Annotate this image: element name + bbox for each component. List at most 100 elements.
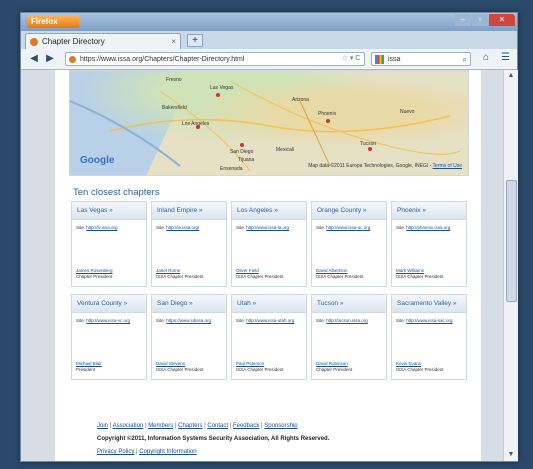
- president-role: ISSA Chapter President: [236, 274, 284, 279]
- chapter-card: Sacramento Valley » Site: http://www.issa…: [391, 294, 467, 380]
- chapter-contact: Mark Williams ISSA Chapter President: [396, 268, 444, 280]
- chapter-name: Phoenix: [397, 207, 421, 214]
- chapter-site-link[interactable]: http://www.issa-vc.org: [86, 318, 130, 323]
- chapter-card: Inland Empire » Site: http://ie.issa.org/…: [151, 201, 227, 287]
- maximize-button[interactable]: ▫: [472, 14, 488, 26]
- footer-link[interactable]: Feedback: [233, 423, 259, 429]
- footer-link[interactable]: Association: [113, 423, 144, 429]
- chapter-contact: James Rosenberg Chapter President: [76, 268, 113, 280]
- chapter-site-link[interactable]: http://www.issa-sac.org: [406, 318, 452, 323]
- new-tab-button[interactable]: +: [187, 34, 203, 47]
- chapter-contact: Kevin Evans ISSA Chapter President: [396, 361, 444, 373]
- chapter-card: Las Vegas » Site: http://lv.issa.org James…: [71, 201, 147, 287]
- chapter-name-link[interactable]: Inland Empire »: [152, 202, 226, 220]
- scroll-down-button[interactable]: ▼: [504, 449, 518, 461]
- tab-title: Chapter Directory: [42, 37, 105, 46]
- map-label: Las Vegas: [210, 85, 234, 91]
- google-search-engine-icon[interactable]: [375, 55, 384, 64]
- footer-link[interactable]: Chapters: [178, 423, 202, 429]
- page-scrollbar[interactable]: ▲ ▼: [503, 70, 518, 461]
- scroll-thumb[interactable]: [506, 180, 517, 302]
- chapter-name-link[interactable]: Los Angeles »: [232, 202, 306, 220]
- chapter-name: Los Angeles: [237, 207, 273, 214]
- chapter-name-link[interactable]: Utah »: [232, 295, 306, 313]
- home-icon[interactable]: ⌂: [483, 52, 489, 63]
- map-terms-link[interactable]: Terms of Use: [433, 163, 462, 169]
- footer-separator: |: [136, 449, 138, 455]
- chapter-name-link[interactable]: Ventura County »: [72, 295, 146, 313]
- map-label: San Diego: [230, 149, 254, 155]
- chapter-site-link[interactable]: http://phoenix.issa.org: [406, 225, 450, 230]
- site-label: Site:: [76, 318, 86, 323]
- map-label: Ensenada: [220, 166, 243, 172]
- search-icon[interactable]: ⌕: [463, 53, 467, 67]
- chapter-site-link[interactable]: https://www.sdissa.org: [166, 318, 211, 323]
- footer-link[interactable]: Contact: [207, 423, 228, 429]
- tab-chapter-directory[interactable]: Chapter Directory ×: [25, 33, 181, 49]
- firefox-menu-button[interactable]: Firefox: [27, 15, 79, 28]
- footer-link[interactable]: Members: [148, 423, 173, 429]
- chapter-site-link[interactable]: http://www.issa-la.org: [246, 225, 289, 230]
- bookmarks-icon[interactable]: ☰: [501, 52, 510, 63]
- chapter-card: Tucson » Site: http://tucson.issa.org Davi…: [311, 294, 387, 380]
- chapter-name-link[interactable]: Tucson »: [312, 295, 386, 313]
- chevron-icon: »: [452, 300, 457, 307]
- url-tools-icon[interactable]: ☆ ▾ C: [339, 52, 363, 66]
- president-role: Chapter President: [76, 274, 113, 279]
- chapter-contact: Oliver Field ISSA Chapter President: [236, 268, 284, 280]
- chevron-icon: »: [252, 300, 257, 307]
- chapter-site: Site: http://www.issa-vc.org: [72, 313, 146, 324]
- chapter-name-link[interactable]: Sacramento Valley »: [392, 295, 466, 313]
- chapter-name-link[interactable]: Orange County »: [312, 202, 386, 220]
- president-role: ISSA Chapter President: [156, 367, 204, 372]
- minimize-button[interactable]: –: [455, 14, 471, 26]
- footer-separator: |: [204, 423, 206, 429]
- chapter-contact: David Albertson ISSA Chapter President: [316, 268, 364, 280]
- title-bar: Firefox – ▫ ✕: [21, 13, 517, 31]
- chapter-name-link[interactable]: Phoenix »: [392, 202, 466, 220]
- president-role: ISSA Chapter President: [396, 274, 444, 279]
- chapter-contact: Paul Peterson ISSA Chapter President: [236, 361, 284, 373]
- chapter-site-link[interactable]: http://www.issa-utah.org: [246, 318, 294, 323]
- site-label: Site:: [236, 225, 246, 230]
- chevron-icon: »: [339, 300, 344, 307]
- close-button[interactable]: ✕: [489, 14, 515, 26]
- address-bar[interactable]: https://www.issa.org/Chapters/Chapter-Di…: [65, 52, 365, 66]
- site-identity-icon[interactable]: [69, 56, 76, 63]
- back-button[interactable]: ◀: [27, 52, 41, 66]
- site-label: Site:: [396, 225, 406, 230]
- president-role: ISSA Chapter President: [156, 274, 204, 279]
- chapter-card: Utah » Site: http://www.issa-utah.org Paul…: [231, 294, 307, 380]
- chapter-contact: David Robinson Chapter President: [316, 361, 352, 373]
- chapter-card: Phoenix » Site: http://phoenix.issa.org Ma…: [391, 201, 467, 287]
- chapter-site: Site: http://www.issa-oc.org: [312, 220, 386, 231]
- google-logo: Google: [80, 155, 115, 166]
- chapter-name: Utah: [237, 300, 251, 307]
- forward-button[interactable]: ▶: [43, 52, 57, 66]
- chapter-site-link[interactable]: http://www.issa-oc.org: [326, 225, 370, 230]
- site-label: Site:: [156, 318, 166, 323]
- chevron-icon: »: [123, 300, 128, 307]
- scroll-up-button[interactable]: ▲: [504, 70, 518, 82]
- chapter-contact: David Stevens ISSA Chapter President: [156, 361, 204, 373]
- footer-link[interactable]: Join: [97, 423, 108, 429]
- footer-legal-link[interactable]: Copyright Information: [139, 449, 196, 455]
- chapter-site-link[interactable]: http://lv.issa.org: [86, 225, 117, 230]
- chapter-site-link[interactable]: http://tucson.issa.org: [326, 318, 368, 323]
- chapter-contact: Janet Rome ISSA Chapter President: [156, 268, 204, 280]
- chapter-site-link[interactable]: http://ie.issa.org/: [166, 225, 199, 230]
- chapter-name-link[interactable]: San Diego »: [152, 295, 226, 313]
- copyright-text: Copyright ©2011, Information Systems Sec…: [97, 436, 330, 442]
- footer-links: Join | Association | Members | Chapters …: [97, 423, 298, 429]
- footer-link[interactable]: Sponsorship: [264, 423, 297, 429]
- search-input[interactable]: issa ⌕: [371, 52, 471, 66]
- footer-legal-link[interactable]: Privacy Policy: [97, 449, 134, 455]
- tab-close-icon[interactable]: ×: [171, 34, 176, 50]
- footer-separator: |: [261, 423, 263, 429]
- chapter-name-link[interactable]: Las Vegas »: [72, 202, 146, 220]
- chevron-icon: »: [109, 207, 113, 214]
- chevron-icon: »: [362, 207, 367, 214]
- chapter-map[interactable]: Fresno Las Vegas Bakersfield Los Angeles…: [69, 70, 469, 176]
- chapter-site: Site: http://www.issa-la.org: [232, 220, 306, 231]
- chapter-name: Las Vegas: [77, 207, 108, 214]
